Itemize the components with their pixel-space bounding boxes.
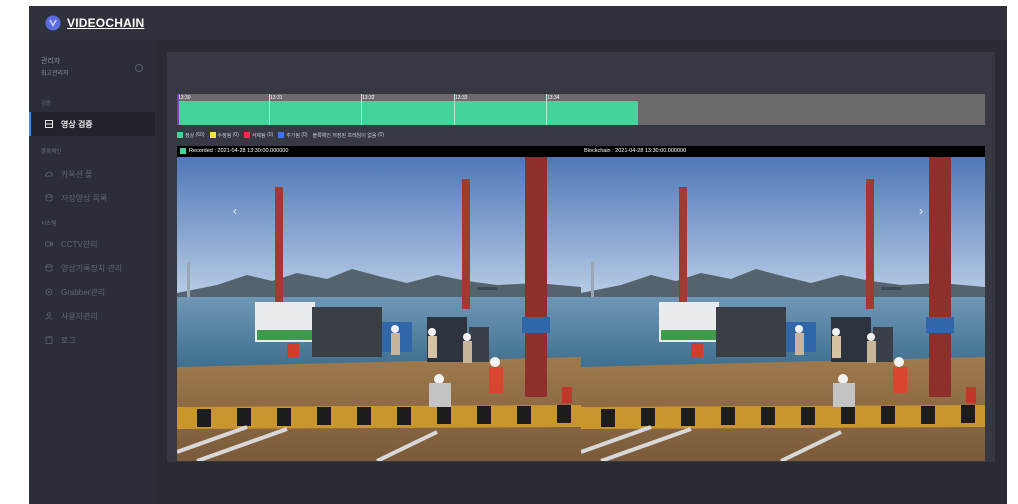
brand-name: VIDEOCHAIN <box>67 16 145 30</box>
camera-icon <box>45 241 53 247</box>
database-icon <box>45 264 53 272</box>
sidebar-item-auction-pool[interactable]: 카옥션 풀 <box>29 162 155 186</box>
sidebar-item-grabber[interactable]: Grabber관리 <box>29 280 155 304</box>
sidebar-item-label: 로그 <box>61 335 76 345</box>
sidebar-item-recorder[interactable]: 영상기록장치 관리 <box>29 256 155 280</box>
user-icon <box>45 312 53 320</box>
legend-count: (0) <box>267 132 274 138</box>
legend-count: (60) <box>195 132 205 138</box>
app-window: VIDEOCHAIN 관리자 최고관리자 검증 영상 검증 블록체인 카옥션 풀 <box>29 6 1007 504</box>
frame-timeline[interactable]: 13:30 13:31 13:32 13:33 13:34 <box>177 94 985 125</box>
sidebar-item-label: 영상 검증 <box>61 119 93 129</box>
legend-item-modified: 수정됨 (0) <box>209 132 239 139</box>
timeline-tick-label: 13:31 <box>270 95 283 101</box>
timeline-tick-label: 13:32 <box>362 95 375 101</box>
legend-swatch <box>209 132 216 138</box>
timeline-tick-label: 13:30 <box>178 95 191 101</box>
legend-label: 정상 <box>185 132 195 139</box>
section-label-system: 시스템 <box>41 221 57 227</box>
sidebar-item-users[interactable]: 사용자관리 <box>29 304 155 328</box>
section-label-verify: 검증 <box>41 101 52 107</box>
cloud-icon <box>45 171 53 177</box>
legend-count: (0) <box>377 132 384 138</box>
user-menu-toggle-icon[interactable] <box>135 64 143 72</box>
videochain-logo-icon <box>45 15 61 31</box>
top-header: VIDEOCHAIN <box>29 6 1007 40</box>
sidebar-item-label: 저장영상 목록 <box>61 193 108 203</box>
sidebar-item-label: CCTV관리 <box>61 239 98 249</box>
video-scene <box>177 157 581 461</box>
legend-label: 수정됨 <box>217 132 232 139</box>
legend-count: (0) <box>301 132 308 138</box>
timeline-recorded-bar[interactable] <box>177 101 638 125</box>
status-legend: 정상 (60) 수정됨 (0) 삭제됨 (0) 추가됨 (0) 블록체인 저장된… <box>177 131 384 139</box>
sidebar-item-label: Grabber관리 <box>61 287 106 297</box>
recorded-timestamp: Recorded : 2021-04-28 13:30:00.000000 <box>180 148 288 154</box>
video-scene <box>581 157 985 461</box>
video-header-bar: Recorded : 2021-04-28 13:30:00.000000 Bl… <box>177 146 985 157</box>
recorded-swatch <box>180 148 186 154</box>
clipboard-icon <box>45 336 53 344</box>
legend-label: 삭제됨 <box>251 132 266 139</box>
legend-label: 추가됨 <box>286 132 300 139</box>
blockchain-timestamp: Blockchain : 2021-04-28 13:30:00.000000 <box>584 148 687 154</box>
legend-count: (0) <box>232 132 239 138</box>
recorded-label: Recorded : 2021-04-28 13:30:00.000000 <box>189 148 289 154</box>
next-frame-icon[interactable]: › <box>919 204 923 218</box>
legend-item-deleted: 삭제됨 (0) <box>243 132 274 139</box>
timeline-tick-label: 13:34 <box>547 95 560 101</box>
legend-swatch <box>243 132 250 138</box>
user-profile: 관리자 최고관리자 <box>41 56 69 77</box>
legend-item-no-blockchain-frame: 블록체인 저장된 프레임이 없음 (0) <box>312 132 384 139</box>
recorded-video-frame[interactable] <box>177 157 581 461</box>
sidebar: 관리자 최고관리자 검증 영상 검증 블록체인 카옥션 풀 저장영상 목록 시스… <box>29 40 155 504</box>
user-name: 관리자 <box>41 58 61 65</box>
sidebar-item-saved-videos[interactable]: 저장영상 목록 <box>29 186 155 210</box>
sidebar-item-video-verify[interactable]: 영상 검증 <box>29 112 155 136</box>
prev-frame-icon[interactable]: ‹ <box>233 204 237 218</box>
legend-swatch <box>278 132 285 138</box>
timeline-tick-label: 13:33 <box>455 95 468 101</box>
verification-panel: 13:30 13:31 13:32 13:33 13:34 정상 (60) 수정됨 (0… <box>167 52 995 462</box>
section-label-blockchain: 블록체인 <box>41 149 62 155</box>
sidebar-item-label: 카옥션 풀 <box>61 169 93 179</box>
gear-icon <box>45 288 53 296</box>
brand-logo[interactable]: VIDEOCHAIN <box>45 15 144 31</box>
timeline-cursor[interactable] <box>177 94 179 125</box>
sidebar-item-label: 영상기록장치 관리 <box>61 263 123 273</box>
sidebar-item-log[interactable]: 로그 <box>29 328 155 352</box>
legend-label: 블록체인 저장된 프레임이 없음 <box>312 132 377 139</box>
legend-swatch <box>177 132 183 138</box>
film-icon <box>45 120 53 128</box>
sidebar-item-cctv[interactable]: CCTV관리 <box>29 232 155 256</box>
legend-item-normal: 정상 (60) <box>177 132 205 139</box>
database-icon <box>45 194 53 202</box>
legend-item-added: 추가됨 (0) <box>278 132 307 139</box>
user-role: 최고관리자 <box>41 71 69 77</box>
sidebar-item-label: 사용자관리 <box>61 311 98 321</box>
main-content: 13:30 13:31 13:32 13:33 13:34 정상 (60) 수정됨 (0… <box>155 40 1007 504</box>
blockchain-video-frame[interactable] <box>581 157 985 461</box>
